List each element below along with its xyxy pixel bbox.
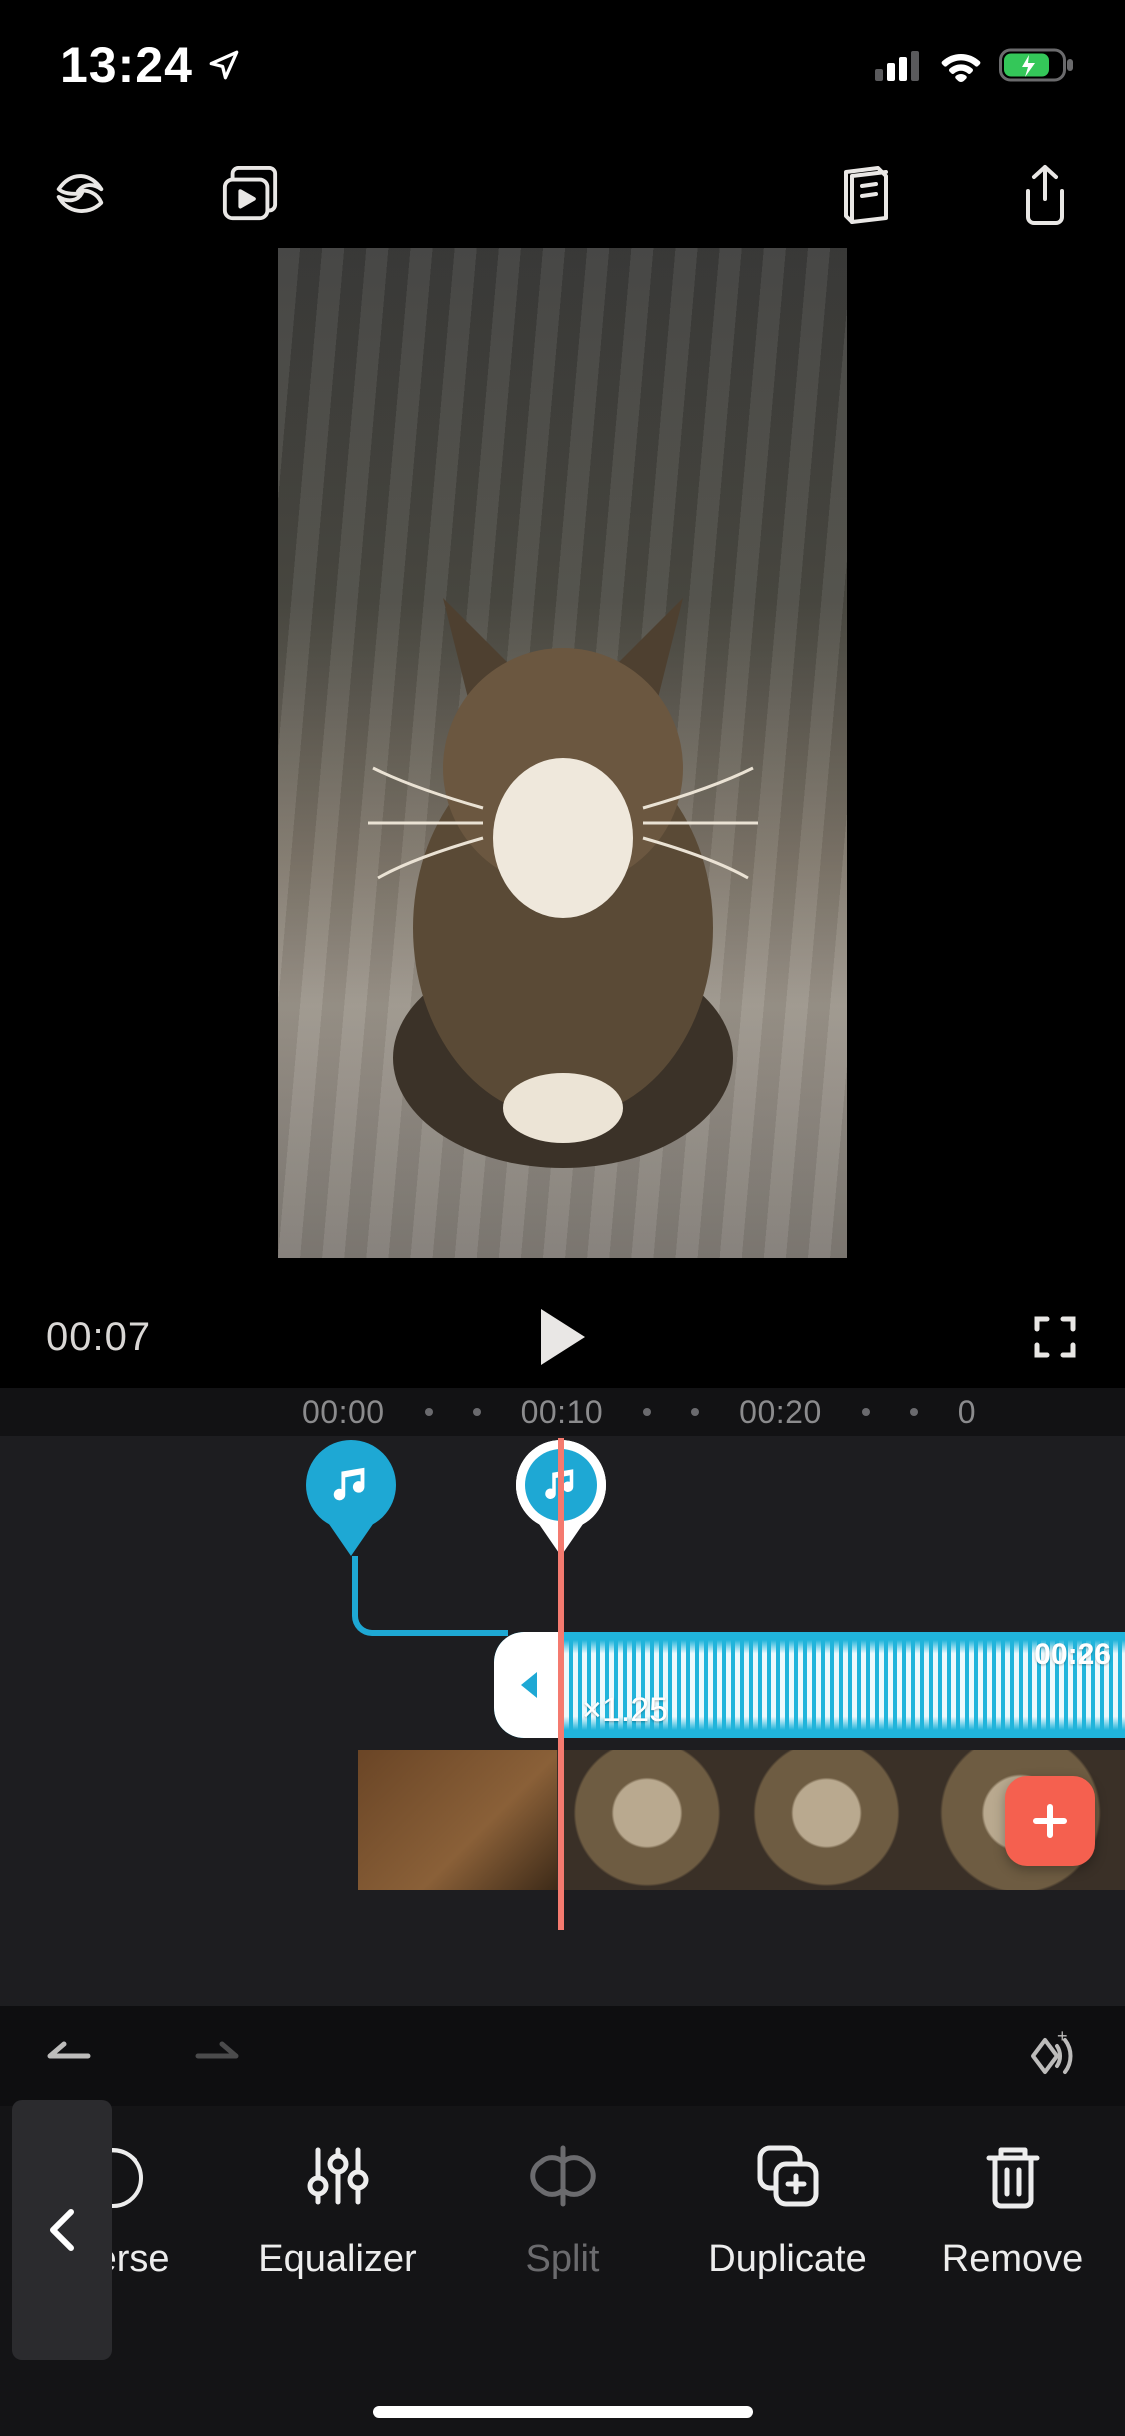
ruler-tick: 00:10: [521, 1394, 604, 1431]
home-button[interactable]: [40, 155, 120, 235]
tool-remove[interactable]: Remove: [900, 2134, 1125, 2281]
playhead[interactable]: [558, 1438, 564, 1930]
current-time: 00:07: [46, 1315, 151, 1360]
status-bar: 13:24: [0, 0, 1125, 130]
video-thumb[interactable]: [557, 1750, 736, 1890]
video-thumb[interactable]: [358, 1750, 557, 1890]
redo-button[interactable]: [178, 2036, 242, 2076]
play-button[interactable]: [537, 1307, 589, 1367]
audio-clip[interactable]: 00:26 ×1.25: [494, 1632, 1125, 1738]
undo-button[interactable]: [44, 2036, 108, 2076]
clip-duration: 00:26: [1034, 1638, 1111, 1672]
tool-duplicate[interactable]: Duplicate: [675, 2134, 900, 2281]
toolbar-back-button[interactable]: [12, 2100, 112, 2360]
wifi-icon: [937, 48, 985, 82]
preview-content: [353, 558, 773, 1178]
fullscreen-button[interactable]: [1031, 1313, 1079, 1361]
video-preview[interactable]: [278, 248, 847, 1258]
tool-label: Equalizer: [258, 2238, 416, 2281]
svg-text:+: +: [1057, 2030, 1068, 2046]
keyframe-button[interactable]: +: [1011, 2030, 1081, 2082]
tool-label: Split: [526, 2238, 600, 2281]
history-row: +: [0, 2006, 1125, 2106]
tool-label: Remove: [942, 2238, 1084, 2281]
cellular-icon: [875, 49, 923, 81]
transport-row: 00:07: [0, 1292, 1125, 1382]
ruler-tick: 0: [958, 1394, 976, 1431]
preview-button[interactable]: [210, 155, 290, 235]
location-icon: [207, 48, 241, 82]
video-thumb[interactable]: [737, 1750, 916, 1890]
top-toolbar: [0, 140, 1125, 250]
tool-equalizer[interactable]: Equalizer: [225, 2134, 450, 2281]
clip-speed: ×1.25: [582, 1691, 668, 1730]
tutorial-button[interactable]: [825, 155, 905, 235]
timeline-ruler[interactable]: 00:00 00:10 00:20 0: [0, 1388, 1125, 1436]
share-button[interactable]: [1005, 155, 1085, 235]
tool-split[interactable]: Split: [450, 2134, 675, 2281]
music-marker[interactable]: [306, 1440, 396, 1556]
home-indicator[interactable]: [373, 2406, 753, 2418]
battery-icon: [999, 47, 1075, 83]
add-clip-button[interactable]: [1005, 1776, 1095, 1866]
clip-trim-handle[interactable]: [494, 1632, 564, 1738]
ruler-tick: 00:20: [739, 1394, 822, 1431]
timeline[interactable]: 00:26 ×1.25: [0, 1436, 1125, 2006]
ruler-tick: 00:00: [302, 1394, 385, 1431]
tool-label: Duplicate: [708, 2238, 866, 2281]
marker-link: [352, 1556, 508, 1636]
status-time: 13:24: [60, 36, 193, 94]
bottom-toolbar: everse Equalizer Split Duplicate Remove: [0, 2106, 1125, 2436]
